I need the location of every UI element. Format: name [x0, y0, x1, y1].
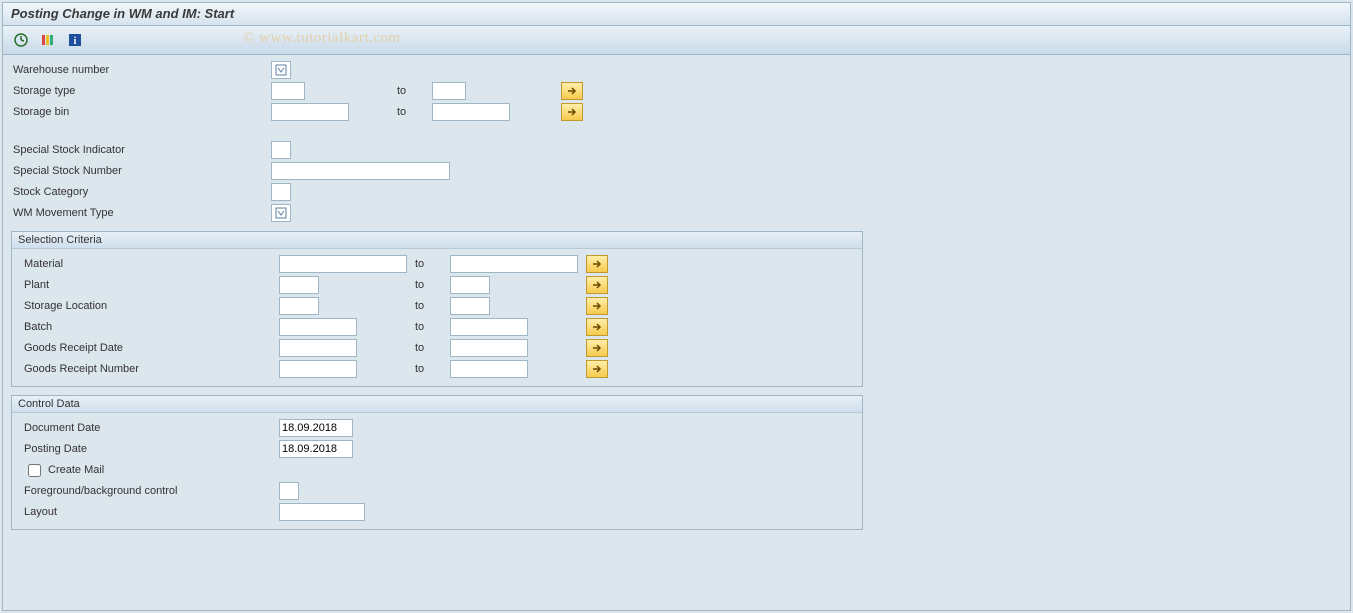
stock-category-input[interactable]	[271, 183, 291, 201]
arrow-right-icon	[566, 107, 578, 117]
spec-stock-num-label: Special Stock Number	[5, 165, 271, 177]
form-area: Warehouse number Storage type to Storage…	[3, 55, 1350, 534]
arrow-right-icon	[591, 259, 603, 269]
storage-bin-to-input[interactable]	[432, 103, 510, 121]
info-button[interactable]: i	[63, 29, 87, 51]
storage-bin-label: Storage bin	[5, 106, 271, 118]
gr-date-more-button[interactable]	[586, 339, 608, 357]
gr-number-more-button[interactable]	[586, 360, 608, 378]
to-label: to	[415, 279, 450, 291]
plant-to-input[interactable]	[450, 276, 490, 294]
to-label: to	[397, 85, 432, 97]
list-color-icon	[40, 32, 56, 48]
batch-more-button[interactable]	[586, 318, 608, 336]
fg-bg-control-label: Foreground/background control	[14, 485, 279, 497]
material-to-input[interactable]	[450, 255, 578, 273]
to-label: to	[415, 321, 450, 333]
batch-from-input[interactable]	[279, 318, 357, 336]
arrow-right-icon	[591, 322, 603, 332]
gr-date-label: Goods Receipt Date	[14, 342, 279, 354]
storage-bin-more-button[interactable]	[561, 103, 583, 121]
plant-more-button[interactable]	[586, 276, 608, 294]
to-label: to	[415, 258, 450, 270]
storage-location-label: Storage Location	[14, 300, 279, 312]
arrow-right-icon	[591, 301, 603, 311]
material-from-input[interactable]	[279, 255, 407, 273]
search-help-icon	[275, 64, 287, 76]
watermark: © www.tutorialkart.com	[243, 30, 401, 47]
toolbar: i © www.tutorialkart.com	[3, 26, 1350, 55]
arrow-right-icon	[566, 86, 578, 96]
storage-location-more-button[interactable]	[586, 297, 608, 315]
fg-bg-control-input[interactable]	[279, 482, 299, 500]
info-icon: i	[67, 32, 83, 48]
material-more-button[interactable]	[586, 255, 608, 273]
plant-from-input[interactable]	[279, 276, 319, 294]
storage-location-to-input[interactable]	[450, 297, 490, 315]
layout-input[interactable]	[279, 503, 365, 521]
wm-movement-type-label: WM Movement Type	[5, 207, 271, 219]
create-mail-checkbox[interactable]	[28, 464, 41, 477]
storage-type-more-button[interactable]	[561, 82, 583, 100]
gr-number-from-input[interactable]	[279, 360, 357, 378]
page-title: Posting Change in WM and IM: Start	[11, 6, 234, 21]
gr-date-to-input[interactable]	[450, 339, 528, 357]
spec-stock-ind-input[interactable]	[271, 141, 291, 159]
gr-number-label: Goods Receipt Number	[14, 363, 279, 375]
app-window: Posting Change in WM and IM: Start i © w…	[2, 2, 1351, 611]
arrow-right-icon	[591, 343, 603, 353]
batch-label: Batch	[14, 321, 279, 333]
spec-stock-ind-label: Special Stock Indicator	[5, 144, 271, 156]
spec-stock-num-input[interactable]	[271, 162, 450, 180]
posting-date-input[interactable]	[279, 440, 353, 458]
batch-to-input[interactable]	[450, 318, 528, 336]
selection-criteria-title: Selection Criteria	[12, 232, 862, 249]
storage-type-to-input[interactable]	[432, 82, 466, 100]
svg-text:i: i	[74, 36, 77, 47]
warehouse-number-input[interactable]	[271, 61, 291, 79]
arrow-right-icon	[591, 364, 603, 374]
document-date-label: Document Date	[14, 422, 279, 434]
storage-location-from-input[interactable]	[279, 297, 319, 315]
document-date-input[interactable]	[279, 419, 353, 437]
storage-type-from-input[interactable]	[271, 82, 305, 100]
search-help-icon	[275, 207, 287, 219]
material-label: Material	[14, 258, 279, 270]
storage-type-label: Storage type	[5, 85, 271, 97]
storage-bin-from-input[interactable]	[271, 103, 349, 121]
gr-date-from-input[interactable]	[279, 339, 357, 357]
selection-criteria-group: Selection Criteria Material to Plant to	[11, 231, 863, 387]
control-data-title: Control Data	[12, 396, 862, 413]
arrow-right-icon	[591, 280, 603, 290]
execute-button[interactable]	[9, 29, 33, 51]
create-mail-label: Create Mail	[48, 464, 104, 476]
posting-date-label: Posting Date	[14, 443, 279, 455]
to-label: to	[415, 300, 450, 312]
layout-label: Layout	[14, 506, 279, 518]
wm-movement-type-input[interactable]	[271, 204, 291, 222]
plant-label: Plant	[14, 279, 279, 291]
to-label: to	[415, 342, 450, 354]
clock-execute-icon	[13, 32, 29, 48]
stock-category-label: Stock Category	[5, 186, 271, 198]
warehouse-number-label: Warehouse number	[5, 64, 271, 76]
to-label: to	[415, 363, 450, 375]
title-bar: Posting Change in WM and IM: Start	[3, 3, 1350, 26]
variant-button[interactable]	[36, 29, 60, 51]
gr-number-to-input[interactable]	[450, 360, 528, 378]
control-data-group: Control Data Document Date Posting Date …	[11, 395, 863, 530]
to-label: to	[397, 106, 432, 118]
